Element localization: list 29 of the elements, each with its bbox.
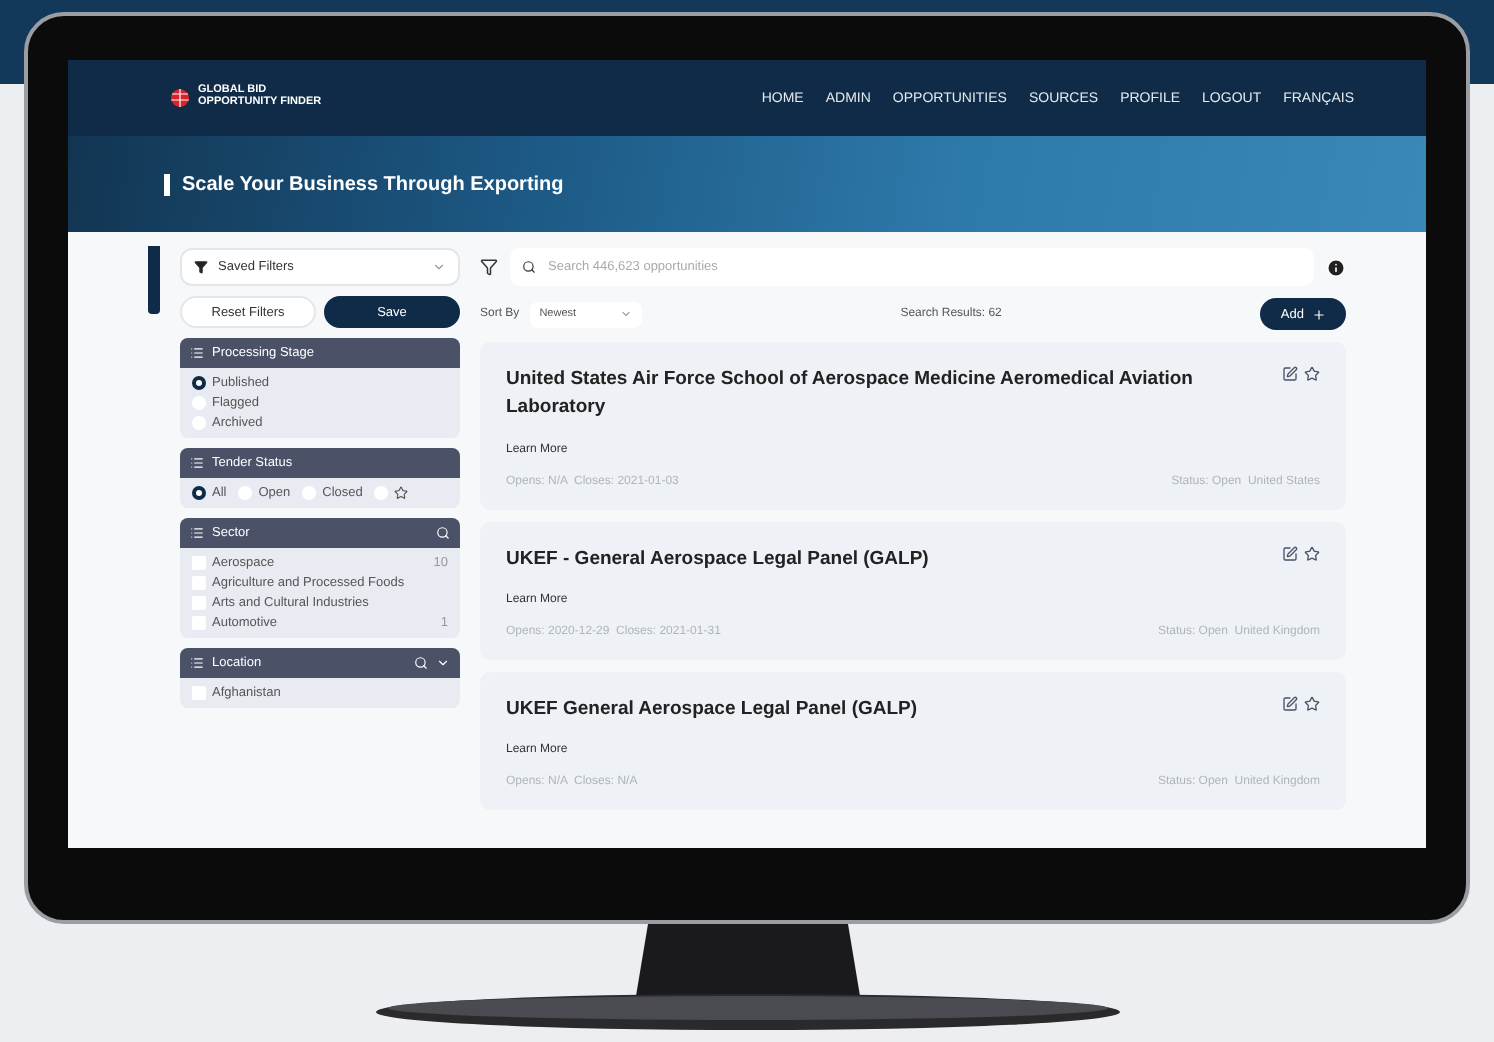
search-icon xyxy=(522,260,536,274)
search-icon[interactable] xyxy=(436,526,450,540)
search-icon[interactable] xyxy=(414,656,428,670)
filter-icon xyxy=(194,260,208,274)
radio-button[interactable] xyxy=(192,486,206,500)
title-accent-bar xyxy=(164,173,170,195)
star-icon[interactable] xyxy=(1304,366,1320,382)
hero-title: Scale Your Business Through Exporting xyxy=(182,173,564,195)
radio-button[interactable] xyxy=(192,376,206,390)
list-icon xyxy=(190,346,204,360)
edit-icon[interactable] xyxy=(1282,545,1298,561)
opportunity-title: UKEF General Aerospace Legal Panel (GALP) xyxy=(506,695,920,724)
edit-icon[interactable] xyxy=(1282,366,1298,382)
list-icon xyxy=(190,456,204,470)
chevron-down-icon xyxy=(619,308,632,320)
chevron-down-icon xyxy=(432,260,446,274)
star-icon[interactable] xyxy=(1304,695,1320,712)
globe-logo-icon xyxy=(168,88,192,108)
opportunity-title: UKEF - General Aerospace Legal Panel (GALP) xyxy=(506,545,931,573)
list-icon xyxy=(190,656,204,670)
star-icon[interactable] xyxy=(1304,545,1320,561)
info-icon[interactable] xyxy=(1326,257,1346,277)
star-icon xyxy=(394,486,409,500)
opportunity-title: United States Air Force School of Aerospace Medicine Aeromedical Aviation Laboratory xyxy=(506,366,1195,423)
chevron-down-icon[interactable] xyxy=(436,656,450,670)
edit-icon[interactable] xyxy=(1282,695,1298,712)
list-icon xyxy=(190,526,204,540)
filter-icon[interactable] xyxy=(480,258,498,276)
plus-icon xyxy=(1312,307,1326,321)
